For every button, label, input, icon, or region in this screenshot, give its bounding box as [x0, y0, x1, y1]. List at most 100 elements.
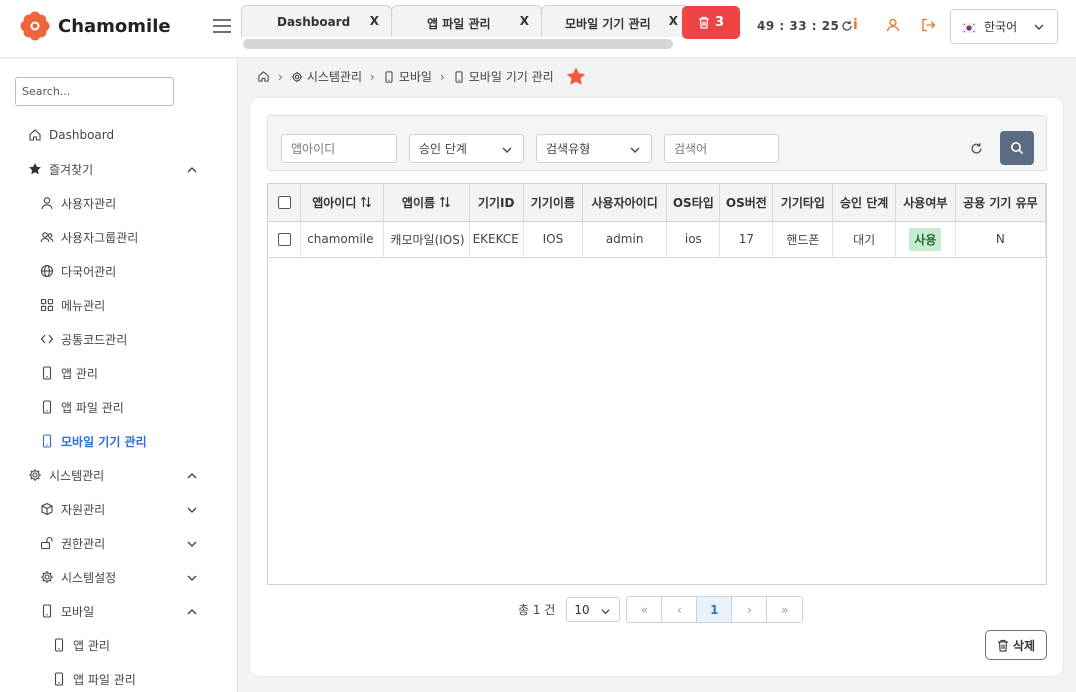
app-name: Chamomile	[58, 16, 171, 37]
phone-icon	[52, 638, 66, 652]
logout-icon[interactable]	[921, 18, 936, 32]
sidebar-item-label: 시스템설정	[61, 569, 116, 586]
sidebar-item-label: 앱 관리	[73, 637, 110, 654]
sidebar-item-permission-management[interactable]: 권한관리	[0, 526, 237, 560]
grid-icon	[40, 298, 54, 312]
tab-app-file-management[interactable]: 앱 파일 관리 X	[391, 5, 542, 37]
user-icon	[40, 196, 54, 210]
breadcrumb-separator: ›	[278, 70, 283, 84]
search-type-select[interactable]: 검색유형	[536, 134, 652, 163]
sidebar-item-mobile-device-management[interactable]: 모바일 기기 관리	[0, 424, 237, 458]
column-header[interactable]: OS버전	[720, 184, 773, 221]
keyword-input[interactable]: 검색어	[664, 134, 779, 163]
last-page-button[interactable]: »	[767, 597, 802, 622]
korea-flag-icon	[962, 22, 976, 32]
main-card: 앱아이디 승인 단계 검색유형 검색어 앱아이디 앱이름	[249, 97, 1064, 677]
sidebar-item-system-settings[interactable]: 시스템설정	[0, 560, 237, 594]
chevron-down-icon	[186, 538, 200, 552]
sidebar-item-app-file-management[interactable]: 앱 파일 관리	[0, 390, 237, 424]
column-header[interactable]: 기기ID	[469, 184, 523, 221]
column-header[interactable]: 공용 기기 유무	[955, 184, 1045, 221]
sidebar-item-mobile-app-management[interactable]: 앱 관리	[0, 628, 237, 662]
chevron-down-icon	[600, 606, 611, 617]
phone-icon	[453, 71, 465, 83]
sidebar-item-mobile[interactable]: 모바일	[0, 594, 237, 628]
sort-icon[interactable]	[439, 196, 451, 211]
tab-mobile-device-management[interactable]: 모바일 기기 관리 X	[541, 5, 691, 37]
phone-icon	[40, 400, 54, 414]
select-all-checkbox[interactable]	[278, 196, 291, 209]
tab-dashboard[interactable]: Dashboard X	[241, 5, 392, 37]
page-size-select[interactable]: 10	[566, 597, 620, 622]
approval-step-select[interactable]: 승인 단계	[409, 134, 524, 163]
sidebar-item-system-management[interactable]: 시스템관리	[0, 458, 237, 492]
sidebar-item-label: 공통코드관리	[61, 331, 127, 348]
refresh-session-icon[interactable]	[841, 20, 853, 32]
cell-approval-step: 대기	[833, 221, 895, 257]
hamburger-menu-icon[interactable]	[212, 17, 232, 35]
sidebar-item-dashboard[interactable]: Dashboard	[0, 118, 237, 152]
breadcrumb-item[interactable]: 모바일	[399, 68, 432, 85]
column-header[interactable]: 기기타입	[773, 184, 833, 221]
column-header[interactable]: 사용자아이디	[582, 184, 666, 221]
timer-value: 49 : 33 : 25	[757, 19, 839, 33]
open-tabs: Dashboard X 앱 파일 관리 X 모바일 기기 관리 X	[241, 5, 741, 49]
first-page-button[interactable]: «	[627, 597, 662, 622]
sidebar-item-user-group-management[interactable]: 사용자그룹관리	[0, 220, 237, 254]
next-page-button[interactable]: ›	[732, 597, 767, 622]
column-header[interactable]: OS타입	[667, 184, 720, 221]
home-icon[interactable]	[257, 70, 270, 83]
trash-count: 3	[715, 15, 724, 30]
chevron-up-icon	[186, 606, 200, 620]
cell-device-name: IOS	[523, 221, 582, 257]
delete-label: 삭제	[1013, 637, 1035, 654]
column-header[interactable]: 기기이름	[523, 184, 582, 221]
sidebar-search-input[interactable]	[15, 77, 174, 106]
column-header[interactable]: 승인 단계	[833, 184, 895, 221]
tab-close-button[interactable]: X	[669, 14, 678, 28]
app-logo[interactable]: Chamomile	[20, 11, 171, 41]
column-header[interactable]: 앱이름	[384, 184, 469, 221]
sort-icon[interactable]	[360, 196, 372, 211]
sidebar-item-i18n-management[interactable]: 다국어관리	[0, 254, 237, 288]
sidebar-item-resource-management[interactable]: 자원관리	[0, 492, 237, 526]
sidebar-item-mobile-app-file-management[interactable]: 앱 파일 관리	[0, 662, 237, 692]
app-id-input[interactable]: 앱아이디	[281, 134, 397, 163]
user-profile-icon[interactable]	[886, 18, 900, 32]
sidebar-item-app-management[interactable]: 앱 관리	[0, 356, 237, 390]
row-select-cell	[268, 221, 301, 257]
tab-close-button[interactable]: X	[520, 14, 529, 28]
breadcrumb-item[interactable]: 시스템관리	[307, 68, 362, 85]
phone-icon	[40, 366, 54, 380]
sidebar-item-favorites[interactable]: 즐겨찾기	[0, 152, 237, 186]
sidebar-item-label: 사용자관리	[61, 195, 116, 212]
tab-label: 모바일 기기 관리	[565, 15, 651, 32]
chevron-up-icon	[186, 470, 200, 484]
sidebar-item-label: 자원관리	[61, 501, 105, 518]
column-header[interactable]: 사용여부	[895, 184, 955, 221]
favorite-star-icon[interactable]	[566, 67, 586, 86]
table-row[interactable]: chamomile 캐모마일(IOS) EKEKCE IOS admin ios…	[268, 221, 1046, 257]
trash-button[interactable]: 3	[682, 6, 740, 39]
column-header[interactable]: 앱아이디	[301, 184, 384, 221]
delete-button[interactable]: 삭제	[985, 630, 1047, 660]
tabs-scrollbar[interactable]	[243, 39, 673, 49]
total-count: 총 1 건	[518, 601, 555, 618]
search-button[interactable]	[1000, 131, 1034, 165]
tab-close-button[interactable]: X	[370, 14, 379, 28]
row-checkbox[interactable]	[278, 233, 291, 246]
chevron-down-icon	[629, 144, 641, 156]
sidebar-item-menu-management[interactable]: 메뉴관리	[0, 288, 237, 322]
sidebar-item-common-code-management[interactable]: 공통코드관리	[0, 322, 237, 356]
page-1-button[interactable]: 1	[697, 597, 732, 622]
page-size-value: 10	[574, 603, 589, 617]
cell-os-type: ios	[667, 221, 720, 257]
sidebar-item-user-management[interactable]: 사용자관리	[0, 186, 237, 220]
star-icon	[28, 162, 42, 176]
cell-app-name: 캐모마일(IOS)	[384, 221, 469, 257]
info-icon[interactable]: i	[853, 17, 858, 33]
language-select[interactable]: 한국어	[950, 9, 1058, 44]
reset-filter-icon[interactable]	[970, 142, 983, 155]
table-header-row: 앱아이디 앱이름 기기ID 기기이름 사용자아이디 OS타입 OS버전 기기타입…	[268, 184, 1046, 221]
prev-page-button[interactable]: ‹	[662, 597, 697, 622]
